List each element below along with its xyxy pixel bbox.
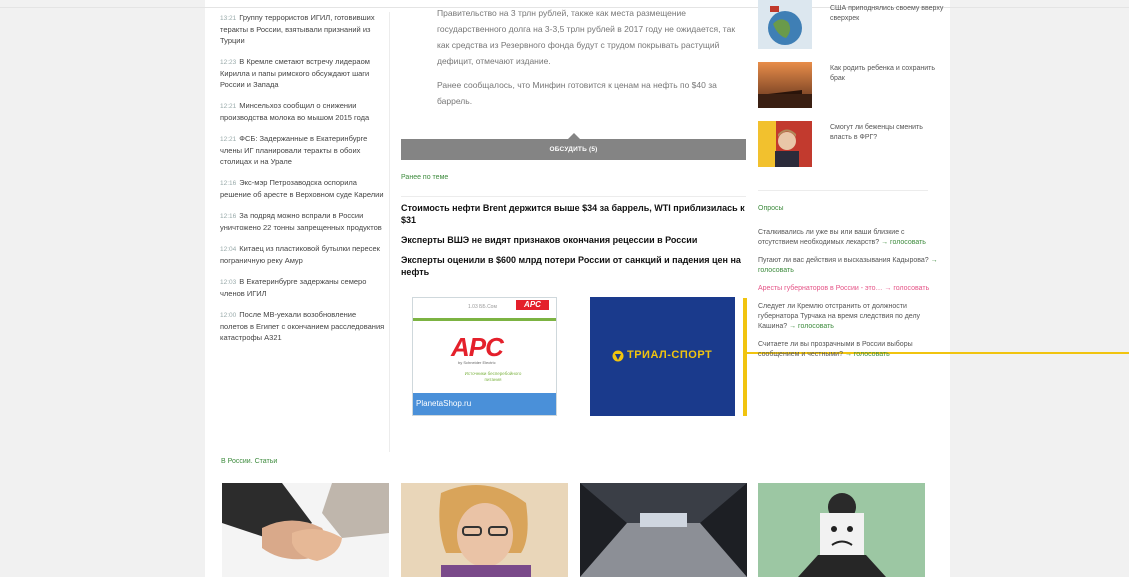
- news-text[interactable]: В Екатеринбурге задержаны семеро членов …: [220, 277, 366, 298]
- apc-logo: APC: [451, 332, 504, 362]
- poll-item[interactable]: Аресты губернаторов в России - это… → го…: [758, 284, 938, 294]
- news-item[interactable]: 12:04 Китаец из пластиковой бутылки перес…: [220, 243, 385, 266]
- trial-sport-ad-banner[interactable]: ТРИАЛ-СПОРТ: [590, 297, 735, 416]
- news-item[interactable]: 12:16 Экс-мэр Петрозаводска оспорила реше…: [220, 177, 385, 200]
- related-divider: [401, 196, 746, 197]
- related-link[interactable]: Эксперты оценили в $600 млрд потери Росс…: [401, 254, 749, 278]
- bottom-image-tunnel[interactable]: [580, 483, 747, 577]
- news-text[interactable]: Китаец из пластиковой бутылки пересек по…: [220, 244, 380, 265]
- news-item[interactable]: 13:21 Группу террористов ИГИЛ, готовивших…: [220, 12, 385, 46]
- article-paragraph: Правительство на 3 трлн рублей, также ка…: [437, 8, 736, 66]
- news-item[interactable]: 12:23 В Кремле сметают встречу лидераом К…: [220, 56, 385, 90]
- related-heading: Ранее по теме: [401, 174, 449, 181]
- vote-link[interactable]: → голосовать: [789, 323, 834, 330]
- news-item[interactable]: 12:03 В Екатеринбурге задержаны семеро чл…: [220, 276, 385, 299]
- related-list: Стоимость нефти Brent держится выше $34 …: [401, 202, 749, 286]
- news-time: 12:16: [220, 213, 237, 220]
- section-more-link[interactable]: В России. Статьи: [221, 458, 277, 465]
- apc-caption: Источники бесперебойного питания: [464, 371, 522, 382]
- thumb-image-globe[interactable]: [758, 0, 812, 49]
- poll-question[interactable]: Следует ли Кремлю отстранить от должност…: [758, 303, 920, 330]
- vote-link[interactable]: → голосовать: [881, 239, 926, 246]
- poll-item[interactable]: Следует ли Кремлю отстранить от должност…: [758, 302, 938, 332]
- news-item[interactable]: 12:21 Минсельхоз сообщил о снижении произ…: [220, 100, 385, 123]
- related-link[interactable]: Эксперты ВШЭ не видят признаков окончани…: [401, 234, 749, 246]
- poll-item[interactable]: Считаете ли вы прозрачными в России выбо…: [758, 340, 938, 360]
- news-text[interactable]: Группу террористов ИГИЛ, готовивших тера…: [220, 13, 375, 45]
- apc-ad-sub: 1.03 ББ.Сом: [468, 304, 497, 310]
- news-item[interactable]: 12:16 За подряд можно вспрали в России ун…: [220, 210, 385, 233]
- apc-by-text: by Schneider Electric: [458, 360, 496, 365]
- news-time: 12:16: [220, 180, 237, 187]
- poll-question[interactable]: Аресты губернаторов в России - это…: [758, 285, 882, 292]
- thumb-image-portrait[interactable]: [758, 121, 812, 167]
- apc-green-bar: [413, 318, 556, 321]
- bottom-image-handshake[interactable]: [222, 483, 389, 577]
- related-link[interactable]: Стоимость нефти Brent держится выше $34 …: [401, 202, 749, 226]
- apc-footer: PlanetaShop.ru: [413, 393, 556, 415]
- apc-mini-logo: APC: [516, 300, 549, 310]
- news-item[interactable]: 12:21 ФСБ: Задержанные в Екатеринбурге чл…: [220, 133, 385, 167]
- trial-sport-logo-icon: [612, 350, 624, 362]
- thumb-image-sunset[interactable]: [758, 62, 812, 108]
- news-text[interactable]: Минсельхоз сообщил о снижении производст…: [220, 101, 369, 122]
- vote-link[interactable]: → голосовать: [845, 351, 890, 358]
- polls-heading: Опросы: [758, 205, 784, 212]
- trial-sport-text: ТРИАЛ-СПОРТ: [627, 349, 713, 361]
- vote-link[interactable]: → голосовать: [884, 285, 929, 292]
- news-time: 12:03: [220, 279, 237, 286]
- poll-question[interactable]: Пугают ли вас действия и высказывания Ка…: [758, 257, 929, 264]
- article-paragraph: Ранее сообщалось, что Минфин готовится к…: [437, 80, 717, 106]
- news-feed: 13:21 Группу террористов ИГИЛ, готовивших…: [220, 12, 385, 353]
- news-item[interactable]: 12:00 После МВ-уехали возобновление полет…: [220, 309, 385, 343]
- article-body: Правительство на 3 трлн рублей, также ка…: [437, 5, 737, 117]
- news-time: 12:23: [220, 59, 237, 66]
- news-time: 13:21: [220, 15, 237, 22]
- thumb-text[interactable]: Смогут ли беженцы сменить власть в ФРГ?: [830, 123, 945, 143]
- discuss-button[interactable]: ОБСУДИТЬ (5): [401, 139, 746, 160]
- thumb-text[interactable]: Как родить ребенка и сохранить брак: [830, 64, 945, 84]
- poll-item[interactable]: Пугают ли вас действия и высказывания Ка…: [758, 256, 938, 276]
- news-time: 12:21: [220, 136, 237, 143]
- news-time: 12:21: [220, 103, 237, 110]
- right-divider: [758, 190, 928, 191]
- bottom-image-sad-face[interactable]: [758, 483, 925, 577]
- thumb-text[interactable]: США приподнялись своему вверху сверхрек: [830, 4, 945, 24]
- column-divider: [389, 12, 390, 452]
- news-text[interactable]: За подряд можно вспрали в России уничтож…: [220, 211, 382, 232]
- highlight-marker-vertical: [743, 298, 747, 416]
- news-text[interactable]: В Кремле сметают встречу лидераом Кирилл…: [220, 57, 370, 89]
- news-text[interactable]: Экс-мэр Петрозаводска оспорила решение о…: [220, 178, 384, 199]
- apc-ad-banner[interactable]: 1.03 ББ.Сом APC APC by Schneider Electri…: [412, 297, 557, 416]
- news-time: 12:04: [220, 246, 237, 253]
- poll-item[interactable]: Сталкивались ли уже вы или ваши близкие …: [758, 228, 938, 248]
- news-text[interactable]: ФСБ: Задержанные в Екатеринбурге члены И…: [220, 134, 367, 166]
- polls-list: Сталкивались ли уже вы или ваши близкие …: [758, 228, 938, 368]
- news-time: 12:00: [220, 312, 237, 319]
- news-text[interactable]: После МВ-уехали возобновление полетов в …: [220, 310, 384, 342]
- bottom-image-woman[interactable]: [401, 483, 568, 577]
